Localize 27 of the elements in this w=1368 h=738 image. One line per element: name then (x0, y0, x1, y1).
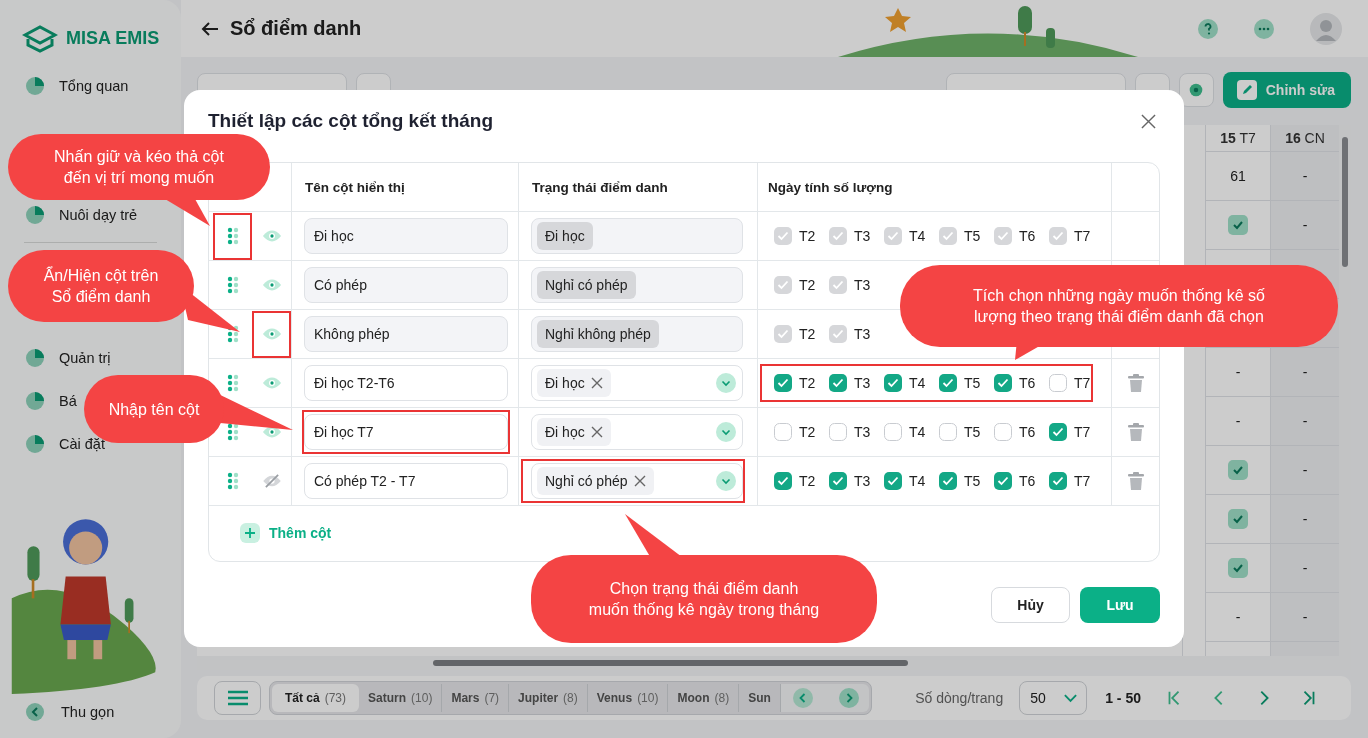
column-header: Trạng thái điểm danh (532, 179, 668, 195)
dialog-title: Thiết lập các cột tổng kết tháng (208, 110, 494, 132)
page-size-label: Số dòng/trang (915, 690, 1004, 706)
status-tag: Nghỉ có phép (537, 467, 654, 495)
table-cell: - (1302, 560, 1308, 576)
column-header: Tên cột hiển thị (305, 179, 405, 195)
column-header: Ngày tính số lượng (768, 179, 893, 195)
table-cell: - (1235, 364, 1241, 380)
status-tag: Đi học (537, 418, 611, 446)
page-range: 1 - 50 (1105, 690, 1141, 706)
logo-text: MISA EMIS (66, 27, 160, 49)
status-tag: Nghỉ không phép (537, 320, 659, 348)
status-tag: Nghỉ có phép (537, 271, 636, 299)
table-cell: - (1302, 511, 1308, 527)
table-cell: 61 (1230, 168, 1246, 184)
table-cell: - (1235, 413, 1241, 429)
status-tag: Đi học (537, 222, 593, 250)
callout: Tích chọn những ngày muốn thống kê số lượng theo trạng thái điểm danh đã chọn (900, 265, 1338, 347)
table-cell: - (1235, 609, 1241, 625)
table-cell: - (1302, 168, 1308, 184)
status-tag: Đi học (537, 369, 611, 397)
table-cell: - (1302, 364, 1308, 380)
table-cell: - (1302, 217, 1308, 233)
page-title: Sổ điểm danh (230, 17, 362, 40)
table-cell: - (1302, 413, 1308, 429)
table-cell: - (1302, 609, 1308, 625)
table-cell: - (1302, 462, 1308, 478)
